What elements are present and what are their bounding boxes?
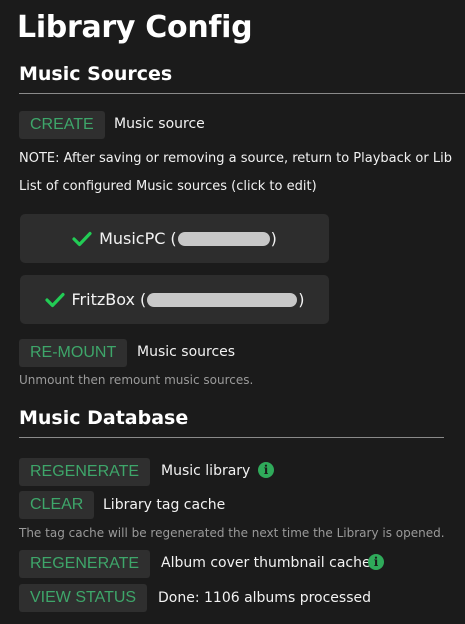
section-divider (19, 93, 465, 94)
view-status-button[interactable]: VIEW STATUS (19, 584, 148, 612)
create-source-label: Music source (114, 116, 205, 132)
remount-button[interactable]: RE-MOUNT (19, 339, 128, 367)
source-name: MusicPC (99, 229, 166, 248)
status-text: Done: 1106 albums processed (158, 590, 371, 606)
regenerate-library-label: Music library (161, 463, 251, 479)
info-icon[interactable]: i (258, 462, 274, 478)
clear-tag-cache-button[interactable]: CLEAR (19, 491, 95, 519)
info-icon[interactable]: i (368, 554, 384, 570)
regenerate-thumbnails-button[interactable]: REGENERATE (19, 550, 151, 578)
regenerate-thumbnails-label: Album cover thumbnail cache (161, 555, 371, 571)
source-item-fritzbox[interactable]: FritzBox ( ) (20, 275, 329, 324)
save-note: NOTE: After saving or removing a source,… (19, 151, 452, 166)
section-heading-music-sources: Music Sources (19, 63, 173, 85)
regenerate-library-button[interactable]: REGENERATE (19, 458, 151, 486)
redacted-address (147, 292, 298, 307)
clear-tag-cache-label: Library tag cache (103, 497, 226, 513)
source-address-open: ( (170, 229, 177, 248)
library-config-page: Library Config Music Sources CREATE Musi… (0, 0, 465, 624)
source-address-close: ) (270, 229, 277, 248)
source-item-musicpc[interactable]: MusicPC ( ) (20, 214, 329, 263)
remount-label: Music sources (137, 344, 236, 360)
checkmark-icon (44, 292, 65, 308)
sources-list-caption: List of configured Music sources (click … (19, 179, 317, 194)
source-address-open: ( (139, 290, 147, 309)
checkmark-icon (72, 231, 92, 247)
section-divider (19, 437, 444, 438)
remount-hint: Unmount then remount music sources. (19, 373, 254, 387)
section-heading-music-database: Music Database (19, 407, 189, 429)
source-name: FritzBox (71, 290, 135, 309)
page-title: Library Config (17, 10, 253, 45)
redacted-address (177, 231, 270, 246)
create-source-button[interactable]: CREATE (19, 111, 105, 139)
clear-tag-cache-hint: The tag cache will be regenerated the ne… (19, 526, 445, 540)
source-address-close: ) (298, 290, 305, 309)
